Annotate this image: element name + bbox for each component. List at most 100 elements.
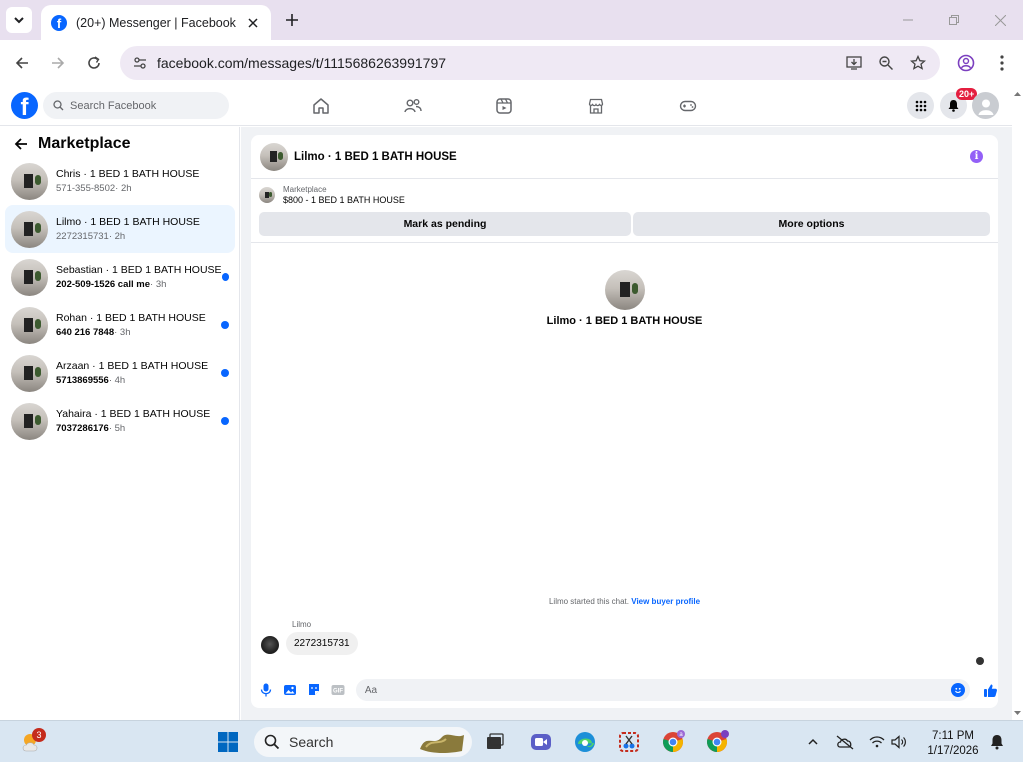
volume-control[interactable]	[886, 729, 912, 755]
chevron-up-icon	[808, 738, 818, 745]
chat-window: Lilmo · 1 BED 1 BATH HOUSE i Marketplace…	[251, 135, 998, 708]
conversation-item-active[interactable]: Lilmo · 1 BED 1 BATH HOUSE 2272315731· 2…	[5, 205, 235, 253]
listing-price-title: $800 - 1 BED 1 BATH HOUSE	[283, 195, 405, 205]
facebook-logo[interactable]: f	[11, 92, 38, 119]
site-info-icon[interactable]	[130, 53, 150, 73]
gif-icon[interactable]: GIF	[330, 682, 346, 698]
message-bubble[interactable]: 2272315731	[286, 632, 358, 655]
microphone-icon[interactable]	[258, 682, 274, 698]
start-button[interactable]	[215, 729, 241, 755]
new-tab-button[interactable]	[282, 10, 302, 30]
wifi-icon	[869, 736, 885, 748]
conversation-time: · 3h	[150, 279, 167, 290]
browser-tab-messenger[interactable]: f (20+) Messenger | Facebook	[41, 5, 271, 40]
nav-marketplace[interactable]	[585, 95, 607, 117]
listing-avatar	[11, 210, 48, 248]
home-icon	[313, 98, 329, 114]
bookmark-star-icon[interactable]	[908, 53, 928, 73]
back-button[interactable]	[10, 51, 34, 75]
view-buyer-profile-link[interactable]: View buyer profile	[631, 597, 700, 606]
speaker-icon	[891, 735, 906, 749]
unread-indicator	[221, 321, 229, 329]
chat-avatar[interactable]	[260, 142, 288, 171]
sticker-icon[interactable]	[306, 682, 322, 698]
facebook-favicon-icon: f	[51, 14, 67, 31]
minimize-button[interactable]	[885, 0, 931, 40]
nav-friends[interactable]	[402, 95, 424, 117]
facebook-search-input[interactable]: Search Facebook	[43, 92, 229, 119]
snipping-tool-button[interactable]	[616, 729, 642, 755]
mark-as-pending-button[interactable]: Mark as pending	[259, 212, 631, 236]
edge-button[interactable]	[572, 729, 598, 755]
chevron-down-icon	[14, 17, 24, 24]
profile-button[interactable]	[954, 51, 978, 75]
back-arrow-icon[interactable]	[12, 135, 30, 153]
show-hidden-icons-button[interactable]	[800, 729, 826, 755]
message-composer: GIF Aa	[251, 675, 998, 705]
windows-taskbar: 3 Search a 7:11 PM 1/17/2026	[0, 720, 1023, 762]
conversation-name: Arzaan · 1 BED 1 BATH HOUSE	[56, 360, 209, 372]
nav-gaming[interactable]	[677, 95, 699, 117]
conversation-time: · 3h	[114, 327, 131, 338]
message-input[interactable]: Aa	[355, 679, 971, 701]
meet-app-button[interactable]	[528, 729, 554, 755]
restore-button[interactable]	[931, 0, 977, 40]
menu-button[interactable]	[907, 92, 934, 119]
photo-icon[interactable]	[282, 682, 298, 698]
chrome-profile-2-button[interactable]	[704, 729, 730, 755]
conversation-preview: 640 216 7848	[56, 327, 115, 338]
clock-time: 7:11 PM	[932, 730, 974, 742]
conversation-item[interactable]: Sebastian · 1 BED 1 BATH HOUSE 202-509-1…	[5, 253, 235, 301]
url-text[interactable]: facebook.com/messages/t/1115686263991797	[157, 55, 844, 71]
zoom-icon[interactable]	[876, 53, 896, 73]
taskbar-search-box[interactable]: Search	[254, 727, 472, 757]
plus-icon	[286, 14, 298, 26]
bell-icon	[991, 735, 1003, 750]
conversation-name: Sebastian · 1 BED 1 BATH HOUSE	[56, 264, 222, 276]
search-placeholder: Search Facebook	[70, 99, 157, 112]
notification-center-button[interactable]	[984, 729, 1010, 755]
task-view-button[interactable]	[482, 729, 508, 755]
thumbs-up-icon[interactable]	[982, 682, 998, 698]
chrome-profile-1-button[interactable]: a	[660, 729, 686, 755]
reload-button[interactable]	[82, 51, 106, 75]
video-call-icon	[531, 734, 551, 750]
nav-reels[interactable]	[493, 95, 515, 117]
onedrive-status[interactable]	[832, 729, 858, 755]
conversation-name: Rohan · 1 BED 1 BATH HOUSE	[56, 312, 206, 324]
nav-home[interactable]	[310, 95, 332, 117]
system-clock[interactable]: 7:11 PM 1/17/2026	[920, 729, 986, 759]
conversation-item[interactable]: Arzaan · 1 BED 1 BATH HOUSE 5713869556· …	[5, 349, 235, 397]
emoji-icon[interactable]	[951, 683, 966, 697]
tab-search-button[interactable]	[6, 7, 32, 33]
info-icon[interactable]: i	[970, 150, 983, 163]
more-options-button[interactable]: More options	[633, 212, 990, 236]
scroll-down-arrow-icon[interactable]	[1012, 707, 1023, 718]
conversation-item[interactable]: Rohan · 1 BED 1 BATH HOUSE 640 216 7848·…	[5, 301, 235, 349]
page-scrollbar[interactable]	[1012, 86, 1023, 720]
sender-avatar[interactable]	[261, 636, 279, 654]
close-window-button[interactable]	[977, 0, 1023, 40]
conversation-preview: 7037286176	[56, 423, 109, 434]
user-silhouette-icon	[978, 99, 993, 115]
listing-thumbnail	[259, 187, 275, 203]
conversation-avatar-large[interactable]	[605, 270, 645, 310]
address-bar[interactable]: facebook.com/messages/t/1115686263991797	[120, 46, 940, 80]
search-icon	[264, 734, 280, 750]
close-tab-icon[interactable]	[245, 15, 261, 31]
chat-title[interactable]: Lilmo · 1 BED 1 BATH HOUSE	[294, 151, 970, 163]
kebab-menu-icon	[1000, 55, 1004, 71]
conversation-preview: 571-355-8502	[56, 183, 116, 194]
unread-indicator	[221, 417, 229, 425]
listing-summary[interactable]: Marketplace $800 - 1 BED 1 BATH HOUSE	[259, 185, 405, 205]
conversation-item[interactable]: Yahaira · 1 BED 1 BATH HOUSE 7037286176·…	[5, 397, 235, 445]
scroll-up-arrow-icon[interactable]	[1012, 89, 1023, 100]
conversation-item[interactable]: Chris · 1 BED 1 BATH HOUSE 571-355-8502·…	[5, 157, 235, 205]
browser-menu-button[interactable]	[990, 51, 1014, 75]
install-app-icon[interactable]	[844, 53, 864, 73]
snipping-tool-icon	[619, 732, 639, 752]
reload-icon	[88, 56, 100, 69]
account-avatar[interactable]	[972, 92, 999, 119]
forward-button[interactable]	[46, 51, 70, 75]
listing-avatar	[11, 306, 48, 344]
